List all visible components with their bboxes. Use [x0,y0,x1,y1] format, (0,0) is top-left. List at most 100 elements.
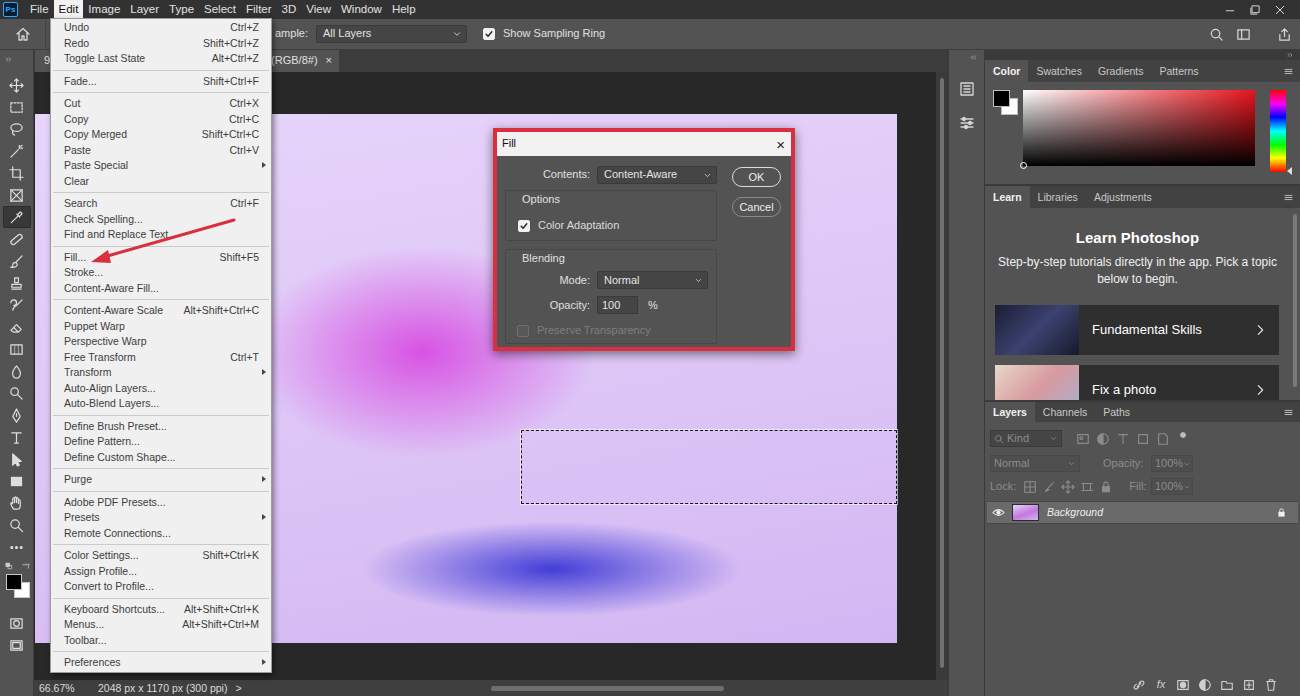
zoom-level[interactable]: 66.67% [39,682,98,695]
hue-slider[interactable] [1270,90,1286,172]
history-panel-button[interactable] [954,77,980,101]
link-icon[interactable] [1132,678,1146,692]
eraser-icon[interactable] [9,320,24,335]
folder-icon[interactable] [1220,678,1234,692]
menu-item[interactable]: Layer [125,0,164,19]
pen-icon[interactable] [9,408,24,423]
menu-entry[interactable]: Adobe PDF Presets... [51,495,271,511]
home-icon[interactable] [15,26,31,42]
search-icon[interactable] [1209,27,1224,42]
menu-entry[interactable]: Perspective Warp [51,334,271,350]
menu-entry[interactable]: Auto-Blend Layers... [51,396,271,412]
menu-entry[interactable]: Purge [51,472,271,488]
menu-entry[interactable]: Free TransformCtrl+T [51,350,271,366]
stamp-icon[interactable] [9,276,24,291]
collapse-icon[interactable] [1286,51,1294,59]
type-filter-icon[interactable] [1116,432,1130,446]
menu-entry[interactable]: Fade...Shift+Ctrl+F [51,74,271,90]
hue-marker[interactable] [1287,167,1292,175]
horizontal-scrollbar[interactable] [252,683,936,693]
tool-button[interactable] [3,360,31,382]
quick-mask-button[interactable] [3,612,31,634]
menu-entry[interactable]: Define Custom Shape... [51,450,271,466]
lock-all-icon[interactable] [1099,480,1113,494]
image-filter-icon[interactable] [1076,432,1090,446]
menu-entry[interactable]: Auto-Align Layers... [51,381,271,397]
smart-object-filter-icon[interactable] [1156,432,1170,446]
ok-button[interactable]: OK [732,167,781,187]
layer-lock[interactable] [1276,507,1288,518]
menu-entry[interactable]: Content-Aware Fill... [51,281,271,297]
status-more-button[interactable]: > [235,682,241,695]
panel-menu-button[interactable] [1283,186,1294,208]
learn-scroll-thumb[interactable] [1293,214,1297,387]
menu-entry[interactable]: Define Pattern... [51,434,271,450]
magic-wand-icon[interactable] [9,144,24,159]
panel-tab[interactable]: Swatches [1028,60,1090,82]
menu-entry[interactable]: Toggle Last StateAlt+Ctrl+Z [51,51,271,67]
panel-tab[interactable]: Learn [985,186,1030,208]
menu-entry[interactable]: Fill...Shift+F5 [51,250,271,266]
eye-icon[interactable] [992,506,1005,519]
share-icon[interactable] [1277,27,1292,42]
tool-button[interactable] [3,338,31,360]
menu-entry[interactable]: Paste Special [51,158,271,174]
menu-entry[interactable]: RedoShift+Ctrl+Z [51,36,271,52]
menu-entry[interactable]: Transform [51,365,271,381]
checkbox[interactable] [518,220,530,232]
menu-item[interactable]: Help [387,0,421,19]
panel-menu-icon[interactable] [1283,192,1294,203]
quick-mask-icon[interactable] [9,616,24,631]
tool-button[interactable] [3,492,31,514]
mask-icon[interactable] [1176,678,1190,692]
tool-button[interactable] [3,536,31,558]
restore-icon[interactable] [1249,4,1261,16]
color-picker-marker[interactable] [1020,162,1027,169]
menu-entry[interactable]: UndoCtrl+Z [51,20,271,36]
tool-button[interactable] [3,404,31,426]
gradient-icon[interactable] [9,342,24,357]
minimize-icon[interactable] [1224,4,1236,16]
dialog-title-bar[interactable]: Fill× [497,132,791,156]
expand-icon[interactable] [969,53,978,62]
frame-icon[interactable] [9,188,24,203]
screen-mode-icon[interactable] [9,638,24,653]
panel-menu-button[interactable] [1283,60,1294,82]
layer-row[interactable]: Background [987,501,1298,524]
history-icon[interactable] [959,81,975,97]
toolbar-collapse[interactable] [0,50,33,74]
menu-entry[interactable]: Find and Replace Text... [51,227,271,243]
trash-icon[interactable] [1264,678,1278,692]
brush-icon[interactable] [9,254,24,269]
lasso-icon[interactable] [9,122,24,137]
menu-entry[interactable]: SearchCtrl+F [51,196,271,212]
tool-button[interactable] [3,184,31,206]
menu-entry[interactable]: Presets [51,510,271,526]
horizontal-scroll-thumb[interactable] [491,686,724,691]
default-colors-icon[interactable] [5,562,14,571]
tool-button[interactable] [3,96,31,118]
chevron-right-icon[interactable] [1253,383,1267,397]
tool-button[interactable] [3,228,31,250]
foreground-swatch[interactable] [993,90,1010,107]
more-tools-icon[interactable] [9,540,24,555]
swap-colors-icon[interactable] [21,562,30,571]
panel-menu-button[interactable] [1283,402,1294,422]
learn-scrollbar[interactable] [1290,208,1300,400]
screen-mode-button[interactable] [3,634,31,656]
lock-pixels-icon[interactable] [1042,480,1056,494]
layer-style-button[interactable]: fx [1154,678,1168,691]
menu-item[interactable]: Edit [54,0,84,19]
cancel-button[interactable]: Cancel [732,197,781,217]
tutorial-card[interactable]: Fundamental Skills [995,305,1279,355]
history-brush-icon[interactable] [9,298,24,313]
lock-transparency-icon[interactable] [1023,480,1037,494]
tool-button[interactable] [3,514,31,536]
vertical-scroll-thumb[interactable] [940,78,944,668]
panel-tab[interactable]: Channels [1035,402,1095,422]
path-select-icon[interactable] [9,452,24,467]
home-button[interactable] [0,19,46,50]
dialog-close-button[interactable]: × [776,137,785,152]
color-panel-swatches[interactable] [993,90,1019,116]
adjustment-icon[interactable] [1198,678,1212,692]
